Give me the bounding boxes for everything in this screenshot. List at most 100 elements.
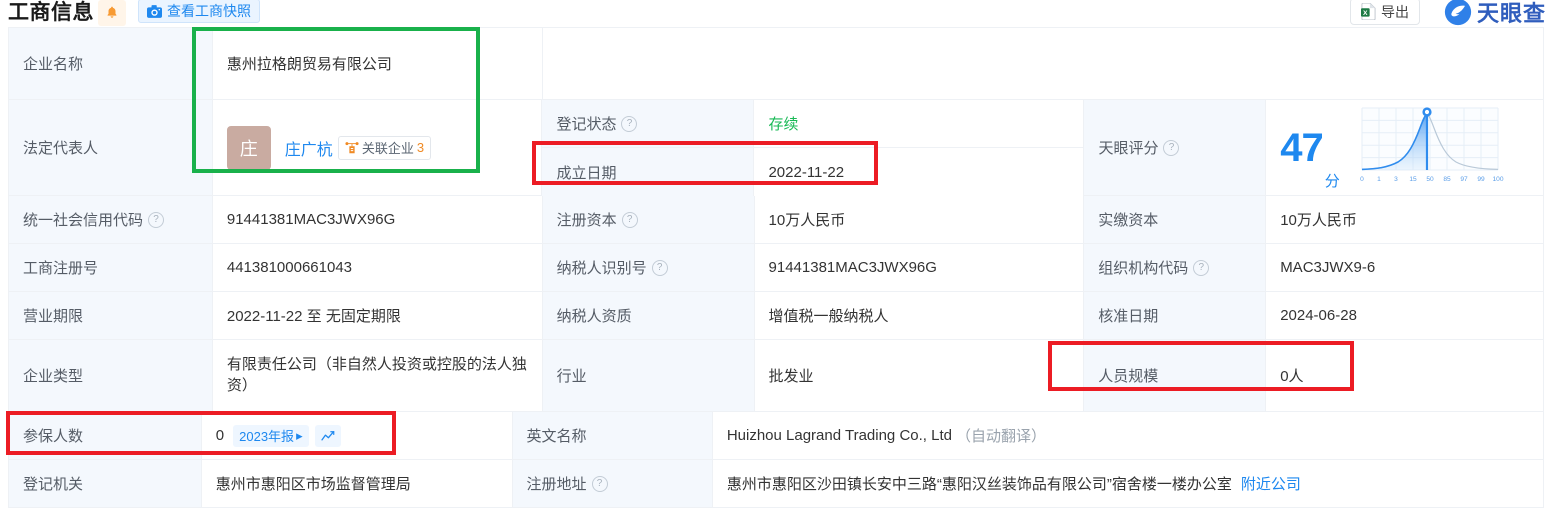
brand-name: 天眼查 (1476, 1, 1546, 26)
taxpayer-no-label: 纳税人识别号 ? (542, 244, 755, 292)
company-type-label: 企业类型 (9, 340, 213, 412)
bell-icon (107, 6, 117, 18)
legal-rep-name-link[interactable]: 庄广杭 (285, 136, 333, 160)
related-companies-badge[interactable]: 关联企业 3 (337, 135, 432, 160)
help-icon[interactable]: ? (148, 211, 165, 228)
table-row: 参保人数 0 2023年报 ▸ 英文名称 Huizhou Lagrand Tra… (9, 412, 1544, 460)
help-icon[interactable]: ? (621, 115, 638, 132)
help-icon[interactable]: ? (651, 259, 668, 276)
score-distribution-chart: 0 1 3 15 50 85 97 99 100 (1354, 104, 1504, 192)
reg-capital-label: 注册资本 ? (542, 196, 755, 244)
annual-report-label: 2023年报 (239, 429, 295, 444)
view-snapshot-label: 查看工商快照 (167, 3, 251, 19)
reg-capital-label-text: 注册资本 (556, 212, 617, 229)
table-row: 统一社会信用代码 ? 91441381MAC3JWX96G 注册资本 ? 10万… (9, 196, 1544, 244)
reg-status-label: 登记状态 ? (542, 100, 755, 148)
credit-code-label: 统一社会信用代码 ? (9, 196, 213, 244)
help-icon[interactable]: ? (1193, 259, 1210, 276)
company-name-row-filler (542, 28, 1544, 100)
company-type-value: 有限责任公司（非自然人投资或控股的法人独资） (212, 340, 543, 412)
help-icon[interactable]: ? (1163, 139, 1180, 156)
paid-capital-value: 10万人民币 (1266, 196, 1544, 244)
legal-rep-value: 庄 庄广杭 关联企业 3 (212, 100, 543, 196)
reg-capital-value: 10万人民币 (754, 196, 1085, 244)
svg-text:X: X (1363, 10, 1368, 17)
found-date-value: 2022-11-22 (754, 148, 1085, 196)
insured-count-value: 0 2023年报 ▸ (201, 412, 513, 460)
status-subtable: 登记状态 ? 存续 成立日期 2022-11-22 (542, 100, 1085, 196)
svg-text:85: 85 (1443, 176, 1451, 183)
insured-count-label: 参保人数 (9, 412, 202, 460)
related-companies-count: 3 (416, 140, 425, 155)
svg-text:3: 3 (1394, 176, 1398, 183)
avatar: 庄 (226, 125, 271, 170)
taxpayer-no-value: 91441381MAC3JWX96G (754, 244, 1085, 292)
company-name-label: 企业名称 (9, 28, 213, 100)
org-code-value: MAC3JWX9-6 (1266, 244, 1544, 292)
camera-icon (147, 4, 162, 18)
table-row: 工商注册号 441381000661043 纳税人识别号 ? 91441381M… (9, 244, 1544, 292)
export-label: 导出 (1381, 3, 1409, 20)
table-row: 登记状态 ? 存续 (542, 100, 1085, 148)
biz-term-label: 营业期限 (9, 292, 213, 340)
help-icon[interactable]: ? (591, 475, 608, 492)
taxpayer-no-label-text: 纳税人识别号 (556, 260, 647, 277)
score-number: 47 (1280, 125, 1323, 170)
business-info-table: 企业名称 惠州拉格朗贸易有限公司 法定代表人 庄 庄广杭 关联企业 3 登记状态… (8, 27, 1544, 508)
excel-icon: X (1361, 3, 1376, 20)
trend-chart-icon (320, 430, 334, 440)
credit-code-label-text: 统一社会信用代码 (23, 212, 144, 229)
svg-text:97: 97 (1460, 176, 1468, 183)
company-network-icon (345, 141, 359, 153)
export-button[interactable]: X 导出 (1350, 0, 1420, 25)
trend-chart-button[interactable] (314, 424, 341, 447)
svg-text:99: 99 (1477, 176, 1485, 183)
reg-authority-label: 登记机关 (9, 460, 202, 508)
svg-text:0: 0 (1360, 176, 1364, 183)
english-name-note: （自动翻译） (955, 428, 1046, 445)
reg-status-label-text: 登记状态 (556, 116, 617, 133)
table-row: 企业名称 惠州拉格朗贸易有限公司 (9, 28, 1544, 100)
svg-text:15: 15 (1409, 176, 1417, 183)
table-row: 企业类型 有限责任公司（非自然人投资或控股的法人独资） 行业 批发业 人员规模 … (9, 340, 1544, 412)
english-name-text: Huizhou Lagrand Trading Co., Ltd (726, 427, 952, 444)
annual-report-link[interactable]: 2023年报 ▸ (233, 424, 309, 447)
org-code-label-text: 组织机构代码 (1098, 260, 1189, 277)
credit-code-value: 91441381MAC3JWX96G (212, 196, 543, 244)
score-unit: 分 (1324, 173, 1340, 190)
score-label-text: 天眼评分 (1098, 140, 1159, 157)
table-row: 成立日期 2022-11-22 (542, 148, 1085, 196)
biz-reg-no-label: 工商注册号 (9, 244, 213, 292)
nearby-companies-link[interactable]: 附近公司 (1241, 473, 1301, 494)
table-row: 登记机关 惠州市惠阳区市场监督管理局 注册地址 ? 惠州市惠阳区沙田镇长安中三路… (9, 460, 1544, 508)
reg-status-value: 存续 (754, 100, 1085, 148)
english-name-value: Huizhou Lagrand Trading Co., Ltd （自动翻译） (712, 412, 1544, 460)
industry-label: 行业 (542, 340, 755, 412)
svg-text:100: 100 (1492, 176, 1503, 183)
notification-bell-button[interactable] (98, 0, 126, 26)
tianyancha-logo-icon (1444, 0, 1472, 26)
brand-logo[interactable]: 天眼查 (1444, 0, 1546, 28)
taxpayer-qual-value: 增值税一般纳税人 (754, 292, 1085, 340)
insured-count-number: 0 (215, 427, 225, 444)
svg-text:50: 50 (1426, 176, 1434, 183)
score-value: 47 分 0 1 3 15 50 85 97 99 100 (1266, 100, 1544, 196)
related-companies-label: 关联企业 (361, 141, 414, 156)
biz-term-value: 2022-11-22 至 无固定期限 (212, 292, 543, 340)
page-header: 工商信息 查看工商快照 X 导出 天眼查 (0, 0, 1552, 26)
staff-size-label: 人员规模 (1084, 340, 1267, 412)
legal-rep-label: 法定代表人 (9, 100, 213, 196)
reg-address-label: 注册地址 ? (512, 460, 713, 508)
org-code-label: 组织机构代码 ? (1084, 244, 1267, 292)
view-snapshot-button[interactable]: 查看工商快照 (138, 0, 260, 23)
staff-size-value: 0人 (1266, 340, 1544, 412)
reg-address-text: 惠州市惠阳区沙田镇长安中三路“惠阳汉丝装饰品有限公司”宿舍楼一楼办公室 (726, 476, 1232, 493)
approval-date-value: 2024-06-28 (1266, 292, 1544, 340)
taxpayer-qual-label: 纳税人资质 (542, 292, 755, 340)
approval-date-label: 核准日期 (1084, 292, 1267, 340)
chevron-right-icon: ▸ (296, 427, 303, 443)
company-name-value: 惠州拉格朗贸易有限公司 (212, 28, 543, 100)
found-date-label: 成立日期 (542, 148, 755, 196)
help-icon[interactable]: ? (621, 211, 638, 228)
reg-address-label-text: 注册地址 (526, 476, 587, 493)
